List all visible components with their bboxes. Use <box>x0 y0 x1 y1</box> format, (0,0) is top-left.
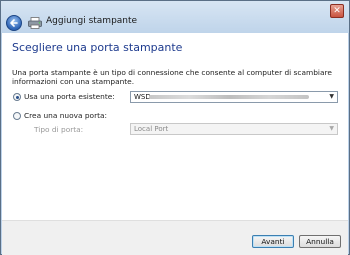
cancel-button[interactable]: Annulla <box>299 235 341 248</box>
existing-port-select[interactable]: WSD- ▼ <box>130 91 338 103</box>
wizard-window: ✕ Aggiungi stampante Scegliere una porta… <box>0 0 350 255</box>
port-type-select[interactable]: Local Port ▼ <box>130 123 338 135</box>
page-heading: Scegliere una porta stampante <box>12 41 183 54</box>
new-port-label[interactable]: Crea una nuova porta: <box>24 111 107 120</box>
new-port-radio[interactable] <box>13 112 21 120</box>
existing-port-radio[interactable] <box>13 93 21 101</box>
chevron-down-icon: ▼ <box>329 93 334 100</box>
chevron-down-icon: ▼ <box>329 125 334 132</box>
printer-icon <box>28 17 42 29</box>
port-type-label: Tipo di porta: <box>34 125 84 134</box>
window-title: Aggiungi stampante <box>46 16 138 26</box>
close-icon: ✕ <box>333 6 341 16</box>
close-button[interactable]: ✕ <box>330 4 344 18</box>
redacted-port-name <box>149 95 309 99</box>
title-bar: ✕ Aggiungi stampante <box>1 1 349 33</box>
wizard-footer: Avanti Annulla <box>2 220 348 255</box>
back-button[interactable] <box>6 15 22 31</box>
back-arrow-icon <box>10 19 18 27</box>
next-button[interactable]: Avanti <box>252 235 294 248</box>
port-type-value: Local Port <box>134 125 169 133</box>
page-description: Una porta stampante è un tipo di conness… <box>12 68 332 86</box>
existing-port-label[interactable]: Usa una porta esistente: <box>24 92 115 101</box>
wizard-content: Scegliere una porta stampante Una porta … <box>2 33 348 220</box>
